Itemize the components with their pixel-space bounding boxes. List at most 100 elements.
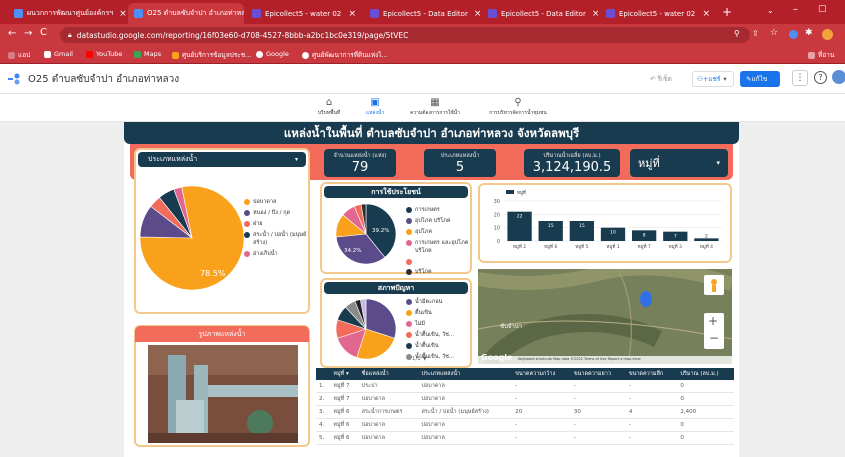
chevron-down-icon: ▾: [294, 156, 298, 163]
pager-next-icon[interactable]: ▼: [423, 356, 427, 362]
account-avatar[interactable]: [832, 70, 845, 84]
address-bar[interactable]: 🔒︎ datastudio.google.com/reporting/16f03…: [60, 27, 750, 43]
google-logo: Google: [481, 353, 513, 362]
app-header: O25 ตำบลซับจำปา อำเภอท่าหลวง ↶ รีเซ็ต ⚇+…: [0, 64, 845, 94]
bookmark-favicon-icon: [302, 51, 309, 59]
table-header-row: หมู่ที่ ▾ ชื่อแหล่งน้ำ ประเภทแหล่งน้ำ ขนาดค…: [316, 368, 734, 380]
legend-label: น้ำตื้นเขิน, วัช...: [415, 332, 455, 338]
legend-item[interactable]: การเกษตร และอุปโภค บริโภค: [406, 239, 470, 255]
maximize-icon[interactable]: ▢: [818, 4, 827, 14]
tab-search-icon[interactable]: ⌄: [767, 6, 774, 15]
browser-tab[interactable]: Epicollect5 - Data Editor ×: [482, 3, 598, 24]
reload-icon[interactable]: C: [40, 27, 47, 38]
share-page-icon[interactable]: ⇪: [752, 29, 759, 38]
column-header[interactable]: ขนาดความลึก: [625, 368, 678, 380]
bookmark-gmail[interactable]: Gmail: [44, 50, 73, 58]
share-button[interactable]: ⚇+ แชร์ ▾: [692, 71, 734, 87]
browser-tab[interactable]: Epicollect5 - water 02 ×: [600, 3, 716, 24]
bookmark-youtube[interactable]: YouTube: [86, 50, 122, 58]
more-options-icon[interactable]: ⋮: [792, 70, 808, 86]
browser-tab[interactable]: Epicollect5 - water 02 ×: [246, 3, 362, 24]
legend-item[interactable]: ตื้นเขิน: [406, 309, 470, 317]
legend-pager-text: 1/2: [412, 356, 421, 362]
network-icon: ⚲: [514, 97, 522, 108]
close-icon[interactable]: ×: [342, 9, 356, 19]
legend-label: การเกษตร และอุปโภค บริโภค: [415, 240, 469, 254]
legend-item[interactable]: บริโภค: [406, 268, 470, 276]
browser-tab-active[interactable]: O25 ตำบลซับจำปา อำเภอท่าหลวง×: [128, 3, 244, 24]
back-icon[interactable]: ←: [8, 28, 16, 39]
bookmark-info-center[interactable]: ศูนย์บริการข้อมูลประช...: [172, 50, 251, 60]
bookmark-land-dev[interactable]: ศูนย์พัฒนาการที่ดินแห่งไ...: [302, 50, 388, 60]
close-icon[interactable]: ×: [696, 9, 710, 19]
reading-list[interactable]: ที่อ่าน: [808, 50, 834, 60]
legend-item[interactable]: [406, 258, 470, 265]
table-row[interactable]: 1. หมู่ที่ 7 ประปา บ่อบาดาล - - -0: [316, 380, 734, 393]
zoom-in-icon[interactable]: +: [708, 314, 718, 328]
close-icon[interactable]: ×: [586, 9, 598, 19]
add-person-icon: ⚇+: [697, 75, 709, 83]
table-row[interactable]: 5. หมู่ที่ 6 บ่อบาดาล บ่อบาดาล - - -0: [316, 431, 734, 445]
tab-favicon-icon: [488, 9, 497, 18]
water-type-panel: ประเภทแหล่งน้ำ ▾ 78.5% บ่อบาดาล หนอง / บึง…: [134, 148, 310, 314]
nav-tab-water-management[interactable]: ⚲ การบริหารจัดการน้ำชุมชน: [478, 97, 558, 117]
zoom-icon[interactable]: ⚲: [734, 29, 740, 38]
column-header[interactable]: ชื่อแหล่งน้ำ: [358, 368, 419, 380]
kpi-value: 3,124,190.5: [532, 160, 612, 175]
browser-tab[interactable]: Epicollect5 - Data Editor ×: [364, 3, 480, 24]
kpi-water-source-count: จำนวนแหล่งน้ำ (แห่ง) 79: [324, 149, 396, 177]
extension-icon[interactable]: [789, 30, 798, 39]
bar-value-label: 10: [610, 230, 616, 236]
table-row[interactable]: 3. หมู่ที่ 6 สระน้ำการเกษตร สระน้ำ / บ่อน้ำ…: [316, 405, 734, 419]
column-header[interactable]: ขนาดความยาว: [570, 368, 626, 380]
legend-swatch: [406, 269, 412, 275]
water-type-filter-dropdown[interactable]: ประเภทแหล่งน้ำ ▾: [138, 152, 306, 167]
reset-button[interactable]: ↶ รีเซ็ต: [650, 74, 672, 84]
table-cell: 0: [677, 392, 734, 406]
water-type-legend: บ่อบาดาลหนอง / บึง / กุดฝายสระน้ำ / บ่อน…: [244, 198, 308, 261]
bookmark-maps[interactable]: Maps: [134, 50, 161, 58]
column-header[interactable]: ประเภทแหล่งน้ำ: [418, 368, 513, 380]
legend-item[interactable]: ไม่มี: [406, 320, 470, 328]
edit-button[interactable]: ✎ แก้ไข: [740, 71, 780, 87]
legend-item[interactable]: สระน้ำ / บ่อน้ำ (มนุษย์สร้าง): [244, 231, 308, 247]
legend-item[interactable]: อุปโภค บริโภค: [406, 217, 470, 225]
bookmark-star-icon[interactable]: ☆: [770, 28, 778, 38]
minimize-icon[interactable]: –: [793, 4, 798, 15]
profile-avatar[interactable]: [822, 29, 833, 40]
column-header[interactable]: ปริมาณ (ลบ.ม.): [677, 368, 734, 380]
legend-label: ฝาย: [253, 221, 263, 227]
legend-item[interactable]: น้ำตื้นเขิน: [406, 342, 470, 350]
extensions-puzzle-icon[interactable]: ✱: [805, 28, 813, 38]
column-header[interactable]: [316, 368, 331, 380]
legend-item[interactable]: อุปโภค: [406, 228, 470, 236]
new-tab-icon[interactable]: +: [722, 5, 732, 19]
legend-item[interactable]: น้ำตื้นเขิน, วัช...: [406, 331, 470, 339]
column-header[interactable]: ขนาดความกว้าง: [512, 368, 571, 380]
bookmark-google[interactable]: Google: [256, 50, 289, 58]
zoom-out-icon[interactable]: −: [709, 331, 719, 345]
browser-tab[interactable]: ผนวกการพัฒนาศูนย์องค์กรฯ ×: [8, 3, 126, 24]
legend-swatch: [406, 240, 412, 246]
water-source-map[interactable]: ซับจำปา + − Google Keyboard shortcuts Ma…: [478, 269, 732, 364]
table-row[interactable]: 4. หมู่ที่ 6 บ่อบาดาล บ่อบาดาล - - -0: [316, 418, 734, 432]
table-cell: 4: [625, 405, 678, 419]
legend-item[interactable]: น้ำมีตะกอน: [406, 298, 470, 306]
nav-tab-water-demand[interactable]: ▦ ความต้องการการใช้น้ำ: [395, 97, 475, 117]
column-header[interactable]: หมู่ที่ ▾: [330, 368, 359, 380]
forward-icon[interactable]: →: [24, 28, 32, 39]
legend-item[interactable]: ฝาย: [244, 220, 308, 228]
legend-item[interactable]: บ่อบาดาล: [244, 198, 308, 206]
legend-item[interactable]: การเกษตร: [406, 206, 470, 214]
legend-item[interactable]: อ่างเก็บน้ำ: [244, 250, 308, 258]
bookmark-apps[interactable]: แอป: [8, 50, 30, 60]
table-cell: -: [570, 431, 626, 445]
close-icon[interactable]: ×: [468, 9, 480, 19]
close-icon[interactable]: ×: [113, 9, 126, 19]
legend-pager[interactable]: 1/2 ▼: [412, 356, 427, 362]
kpi-average-volume: ปริมาณน้ำเฉลี่ย (ลบ.ม.) 3,124,190.5: [524, 149, 620, 177]
help-icon[interactable]: ?: [814, 71, 827, 84]
legend-item[interactable]: หนอง / บึง / กุด: [244, 209, 308, 217]
village-filter-dropdown[interactable]: หมู่ที่ ▾: [630, 149, 728, 177]
table-row[interactable]: 2. หมู่ที่ 7 บ่อบาดาล บ่อบาดาล - - -0: [316, 392, 734, 406]
